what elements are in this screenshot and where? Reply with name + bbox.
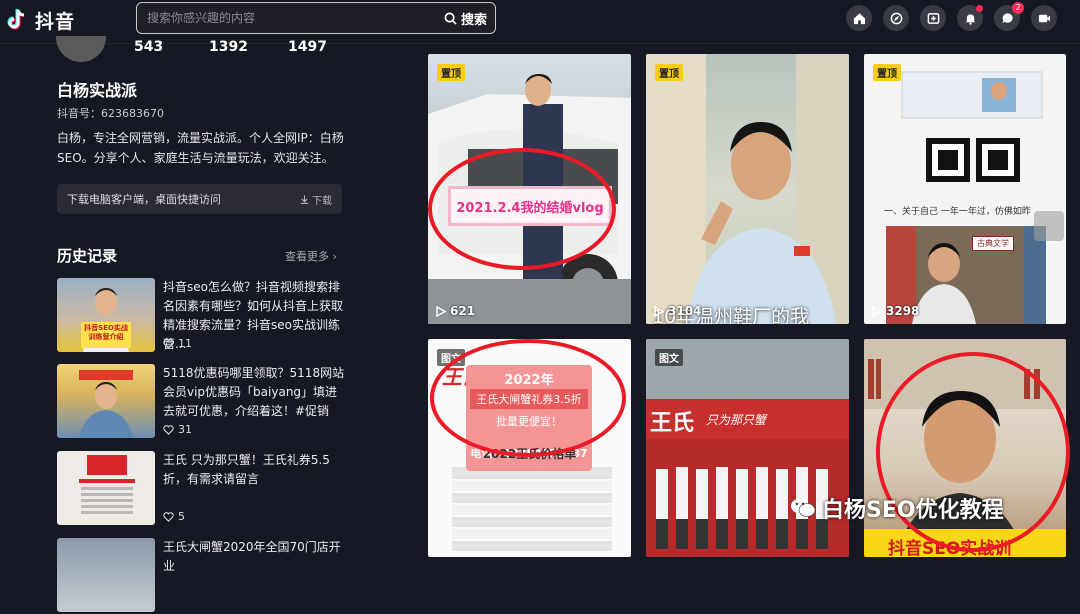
upload-icon [927, 12, 939, 24]
notification-button[interactable] [957, 5, 983, 31]
pinned-tag: 置顶 [437, 64, 465, 81]
video-card[interactable]: 一、关于自己 一年一年过，仿佛如昨 古典文学 置顶 3298 [864, 54, 1066, 324]
home-icon [853, 12, 865, 24]
watermark-text: 白杨SEO优化教程 [822, 498, 1004, 523]
store-slogan: 只为那只蟹 [706, 413, 767, 427]
play-icon [872, 305, 882, 317]
play-count-value: 3104 [668, 304, 702, 318]
play-count: 3298 [872, 304, 919, 318]
profile-bio: 白杨，专注全网营销，流量实战派。个人全网IP：白杨SEO。分享个人、家庭生活与流… [57, 131, 344, 165]
bell-icon [965, 13, 975, 25]
highlight-circle [430, 339, 626, 457]
play-icon [436, 305, 446, 317]
live-button[interactable] [1031, 5, 1057, 31]
play-icon [654, 305, 664, 317]
avatar[interactable] [56, 36, 106, 62]
history-item-likes: 11 [163, 337, 192, 350]
history-thumbnail[interactable]: 抖音SEO实战训练营介绍 [57, 278, 155, 352]
wechat-icon [791, 498, 816, 517]
home-button[interactable] [846, 5, 872, 31]
video-card[interactable]: 10年温州鞋厂的我 置顶 3104 [646, 54, 849, 324]
play-count-value: 621 [450, 304, 476, 318]
history-item-title: 王氏 只为那只蟹！王氏礼券5.5折，有需求请留言 [163, 453, 330, 486]
history-thumbnail[interactable] [57, 364, 155, 438]
camera-icon [1038, 14, 1050, 22]
likes-count: 11 [178, 337, 192, 350]
download-client-bar[interactable]: 下载电脑客户端，桌面快捷访问 下载 [57, 184, 342, 214]
stat-following: 543 [134, 39, 164, 55]
history-more-link[interactable]: 查看更多 › [285, 248, 337, 264]
store-sign-text: 王氏 [650, 411, 695, 436]
watermark: 白杨SEO优化教程 [790, 492, 1004, 524]
stat-likes: 1497 [288, 39, 327, 55]
search-input[interactable] [137, 3, 438, 33]
play-count-value: 3298 [886, 304, 920, 318]
history-item-likes: 31 [163, 423, 192, 436]
download-icon [300, 194, 308, 204]
likes-count: 31 [178, 423, 192, 436]
person-thumbnail-icon [79, 370, 133, 438]
heart-icon [163, 511, 174, 522]
search-button[interactable]: 搜索 [438, 3, 495, 33]
next-arrow-button[interactable] [1034, 211, 1064, 241]
douyin-logo-icon [7, 9, 25, 30]
discover-icon [890, 12, 902, 24]
discover-button[interactable] [883, 5, 909, 31]
search-icon [444, 12, 457, 25]
history-item[interactable]: 抖音SEO实战训练营介绍 抖音seo怎么做？抖音视频搜索排名因素有哪些？如何从抖… [57, 278, 347, 354]
history-item-likes: 5 [163, 510, 185, 523]
history-item-title: 王氏大闸蟹2020年全国70门店开业 [163, 540, 341, 573]
likes-count: 5 [178, 510, 185, 523]
history-item[interactable]: 5118优惠码哪里领取？5118网站会员vip优惠码「baiyang」填进去就可… [57, 364, 347, 440]
history-thumb-caption: 抖音SEO实战训练营介绍 [84, 324, 128, 341]
crowd-scene-icon [646, 339, 849, 557]
notification-dot [976, 5, 983, 12]
heart-icon [163, 424, 174, 435]
history-item[interactable]: 王氏大闸蟹2020年全国70门店开业 [57, 538, 347, 614]
history-title: 历史记录 [57, 247, 118, 265]
pinned-tag: 置顶 [655, 64, 683, 81]
video-overlay-text: 一、关于自己 一年一年过，仿佛如昨 [884, 207, 1031, 217]
download-button-label: 下载 [312, 195, 332, 207]
history-thumbnail[interactable] [57, 538, 155, 612]
chevron-right-icon: › [332, 250, 337, 263]
message-button[interactable]: 2 [994, 2, 1024, 31]
profile-uid: 抖音号：623683670 [57, 107, 164, 120]
play-count: 3104 [654, 304, 701, 318]
top-bar: 抖音 搜索 2 [0, 0, 1080, 44]
search-button-label: 搜索 [460, 12, 487, 28]
message-icon [1001, 12, 1013, 23]
play-count: 621 [436, 304, 475, 318]
profile-name: 白杨实战派 [57, 81, 138, 100]
history-more-label: 查看更多 [285, 250, 329, 263]
photo-tag: 图文 [655, 349, 683, 366]
stat-followers: 1392 [209, 39, 248, 55]
poster-thumbnail-icon [79, 455, 135, 514]
person-scene-icon [646, 54, 849, 324]
video-card[interactable]: 王氏 只为那只蟹 图文 [646, 339, 849, 557]
header-icons: 2 [846, 2, 1057, 31]
upload-button[interactable] [920, 5, 946, 31]
logo[interactable]: 抖音 [4, 5, 75, 35]
history-item-title: 5118优惠码哪里领取？5118网站会员vip优惠码「baiyang」填进去就可… [163, 366, 345, 418]
history-thumbnail[interactable] [57, 451, 155, 525]
heart-icon [163, 338, 174, 349]
app-name: 抖音 [35, 10, 76, 33]
download-button[interactable]: 下载 [300, 192, 332, 207]
highlight-circle [428, 148, 616, 270]
message-badge: 2 [1012, 2, 1024, 14]
history-item[interactable]: 王氏 只为那只蟹！王氏礼券5.5折，有需求请留言 5 [57, 451, 347, 527]
search-box: 搜索 [136, 2, 496, 34]
profile-panel: 543 1392 1497 白杨实战派 抖音号：623683670 白杨，专注全… [0, 36, 375, 612]
pinned-tag: 置顶 [873, 64, 901, 81]
document-scene-icon [886, 71, 1046, 324]
video-sub-text: 古典文学 [972, 236, 1014, 251]
download-text: 下载电脑客户端，桌面快捷访问 [67, 193, 221, 206]
